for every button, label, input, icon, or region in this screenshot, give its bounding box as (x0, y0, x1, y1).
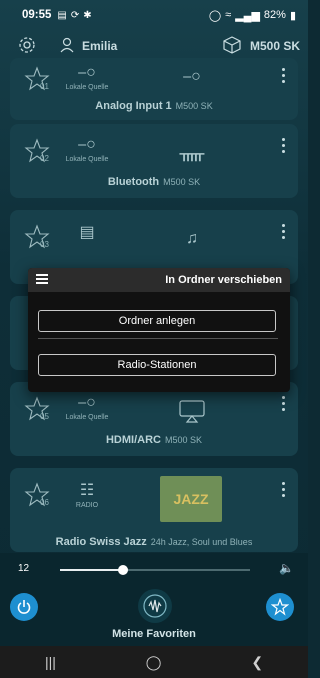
radio-wave-icon (143, 594, 167, 618)
more-menu-icon[interactable] (280, 482, 286, 500)
signal-type: ♫ (170, 222, 214, 256)
source-number: 02 (40, 154, 49, 163)
music-note-icon: ♫ (186, 230, 198, 247)
source-number: 03 (40, 240, 49, 249)
source-title: HDMI/ARC M500 SK (10, 434, 298, 446)
battery-icon: ▮ (289, 9, 296, 22)
source-title-text: Radio Swiss Jazz (55, 536, 147, 548)
source-number: 06 (40, 498, 49, 507)
power-button[interactable] (10, 593, 38, 621)
source-title: Analog Input 1 M500 SK (10, 100, 298, 112)
radio-globe-icon: ☷ (79, 482, 95, 499)
source-type: ⎯○ Lokale Quelle (62, 64, 112, 91)
status-bar: 09:55 ▤ ⟳ ✱ ◯ ≈ ▂▄▆ 82% ▮ (0, 0, 308, 30)
signal-type: ᚅ (170, 136, 214, 170)
signal-type: ⎯○ (170, 60, 214, 94)
radio-station-icon: ▤ (79, 224, 95, 241)
source-title: Radio Swiss Jazz 24h Jazz, Soul und Blues (10, 536, 298, 548)
signal-icon: ▂▄▆ (235, 9, 260, 22)
add-favorite-button[interactable] (266, 593, 294, 621)
status-right: ◯ ≈ ▂▄▆ 82% ▮ (209, 9, 296, 22)
input-plug-icon: ⎯○ (78, 136, 96, 153)
dialog-divider (38, 338, 278, 339)
volume-slider-fill (60, 569, 123, 571)
source-device: M500 SK (163, 177, 201, 187)
more-menu-icon[interactable] (280, 68, 286, 86)
more-menu-icon[interactable] (280, 138, 286, 156)
device-selector[interactable]: M500 SK (222, 35, 300, 57)
volume-slider-handle[interactable] (117, 565, 128, 575)
input-plug-icon: ⎯○ (78, 64, 96, 81)
sync-icon: ⟳ (70, 9, 80, 21)
message-icon: ▤ (57, 9, 67, 21)
source-caption: RADIO (75, 502, 99, 509)
source-device: M500 SK (175, 101, 213, 111)
source-title-text: Bluetooth (107, 176, 160, 188)
source-caption: Lokale Quelle (65, 156, 109, 163)
player-bar: 12 🔈 Meine Favoriten (0, 553, 308, 646)
input-plug-icon: ⎯○ (183, 68, 201, 85)
signal-type (170, 394, 214, 428)
dialog-title-bar: In Ordner verschieben (28, 268, 290, 292)
bluetooth-icon: ᚅ (179, 142, 205, 163)
user-name: Emilia (82, 39, 118, 53)
source-card[interactable]: 06 ☷ RADIO JAZZ Radio Swiss Jazz 24h Jazz… (10, 468, 298, 552)
settings-gear-icon[interactable] (18, 36, 36, 57)
pin-icon: ✱ (83, 9, 92, 21)
volume-value: 12 (18, 563, 30, 574)
source-caption: Lokale Quelle (65, 414, 109, 421)
source-card[interactable]: 02 ⎯○ Lokale Quelle ᚅ Bluetooth M500 SK (10, 124, 298, 198)
source-number: 05 (40, 412, 49, 421)
jazz-logo-icon: JAZZ (173, 491, 209, 507)
source-number: 01 (40, 82, 49, 91)
create-folder-button[interactable]: Ordner anlegen (38, 310, 276, 332)
source-card[interactable]: 05 ⎯○ Lokale Quelle HDMI/ARC M500 SK (10, 382, 298, 456)
power-icon (17, 600, 31, 614)
volume-slider[interactable] (60, 565, 250, 575)
source-type: ⎯○ Lokale Quelle (62, 394, 112, 421)
star-plus-icon (271, 598, 289, 616)
more-menu-icon[interactable] (280, 224, 286, 242)
app-screen: 09:55 ▤ ⟳ ✱ ◯ ≈ ▂▄▆ 82% ▮ Emilia M500 SK (0, 0, 308, 678)
move-to-folder-dialog: In Ordner verschieben Ordner anlegen Rad… (28, 268, 290, 392)
device-cube-icon (222, 35, 242, 57)
source-type: ☷ RADIO (62, 480, 112, 509)
radio-stations-folder-button[interactable]: Radio-Stationen (38, 354, 276, 376)
hamburger-menu-icon[interactable] (36, 274, 48, 286)
user-selector[interactable]: Emilia (60, 37, 117, 56)
now-playing-logo[interactable] (138, 589, 172, 623)
more-menu-icon[interactable] (280, 396, 286, 414)
system-navigation-bar: ||| ◯ ❮ (0, 646, 308, 678)
input-plug-icon: ⎯○ (78, 394, 96, 411)
source-title-text: HDMI/ARC (105, 434, 161, 446)
back-icon[interactable]: ❮ (251, 654, 263, 671)
source-title-text: Analog Input 1 (95, 100, 172, 112)
battery-level: 82% (263, 9, 286, 21)
wifi-icon: ≈ (225, 9, 232, 21)
home-icon[interactable]: ◯ (146, 654, 162, 671)
airplay-icon (179, 400, 205, 423)
source-type: ▤ (62, 222, 112, 242)
source-device: M500 SK (164, 435, 203, 445)
recent-apps-icon[interactable]: ||| (45, 654, 56, 670)
status-time: 09:55 (22, 9, 52, 21)
source-caption: Lokale Quelle (65, 84, 109, 91)
person-icon (60, 37, 74, 56)
source-title: Bluetooth M500 SK (10, 176, 298, 188)
source-card[interactable]: 01 ⎯○ Lokale Quelle ⎯○ Analog Input 1 M50… (10, 58, 298, 120)
playlist-name[interactable]: Meine Favoriten (0, 628, 308, 640)
source-device: 24h Jazz, Soul und Blues (150, 537, 253, 547)
dialog-title: In Ordner verschieben (165, 274, 282, 286)
station-logo: JAZZ (160, 476, 222, 522)
alarm-icon: ◯ (208, 9, 222, 22)
speaker-icon[interactable]: 🔈 (279, 561, 294, 575)
source-type: ⎯○ Lokale Quelle (62, 136, 112, 163)
device-name: M500 SK (249, 39, 300, 53)
